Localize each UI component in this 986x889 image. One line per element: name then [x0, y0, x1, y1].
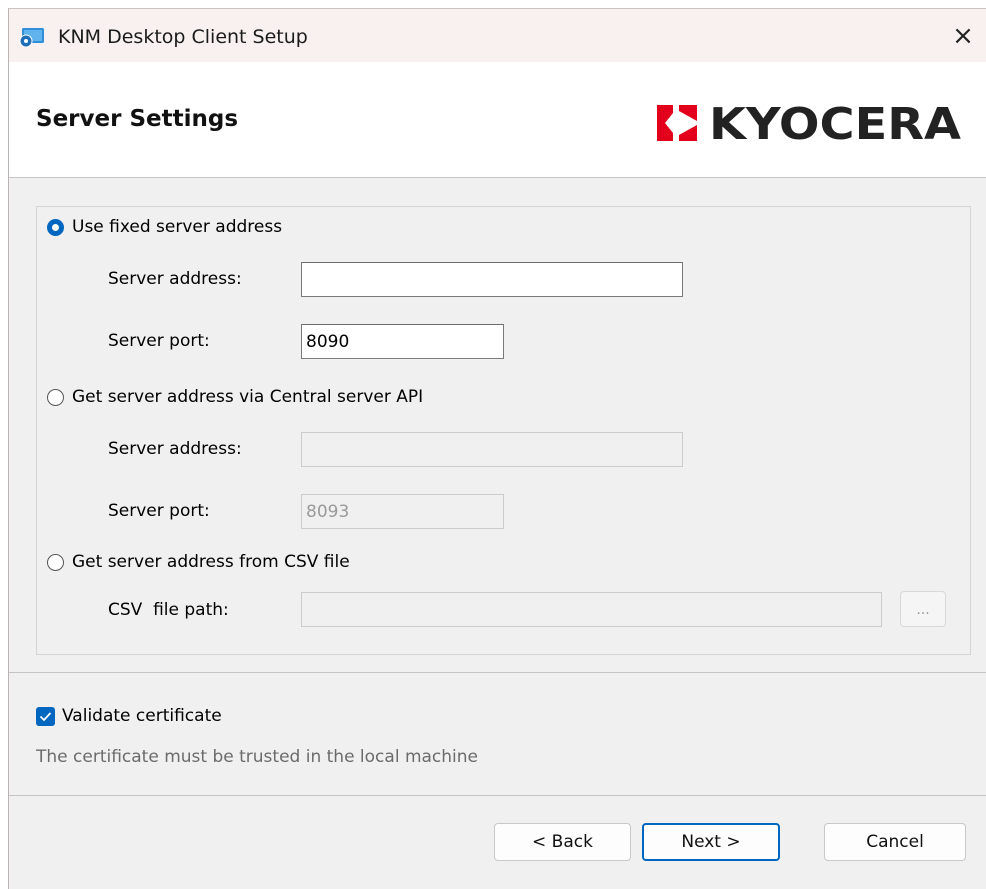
radio-csv-file[interactable]: Get server address from CSV file: [47, 552, 350, 572]
close-icon: ×: [952, 20, 974, 51]
separator: [9, 795, 986, 796]
radio-fixed-label: Use fixed server address: [72, 217, 283, 237]
csv-path-input[interactable]: [301, 592, 882, 627]
fixed-port-label: Server port:: [108, 331, 210, 351]
validate-certificate-label: Validate certificate: [62, 706, 222, 726]
radio-central-label: Get server address via Central server AP…: [72, 387, 424, 407]
fixed-port-input[interactable]: 8090: [301, 324, 504, 359]
installer-icon: [19, 28, 44, 47]
radio-central-api[interactable]: Get server address via Central server AP…: [47, 387, 423, 407]
fixed-address-input[interactable]: [301, 262, 683, 297]
setup-dialog: KNM Desktop Client Setup × Server Settin…: [8, 8, 986, 889]
radio-fixed-server[interactable]: Use fixed server address: [47, 217, 282, 237]
cancel-button[interactable]: Cancel: [824, 823, 966, 861]
radio-selected-icon: [47, 218, 64, 236]
browse-button[interactable]: ...: [900, 591, 946, 627]
separator: [9, 672, 986, 673]
fixed-address-label: Server address:: [108, 269, 242, 289]
brand-name: KYOCERA: [709, 103, 961, 143]
back-button[interactable]: < Back: [494, 823, 631, 861]
page-title: Server Settings: [36, 106, 239, 132]
radio-csv-label: Get server address from CSV file: [72, 552, 350, 572]
title-bar: KNM Desktop Client Setup ×: [9, 9, 986, 62]
header-banner: Server Settings KYOCERA: [9, 62, 986, 178]
central-port-label: Server port:: [108, 501, 210, 521]
kyocera-logo-icon: KYOCERA: [657, 103, 961, 143]
csv-path-label: CSV file path:: [108, 600, 229, 620]
window-title: KNM Desktop Client Setup: [58, 26, 308, 48]
checkmark-icon: [36, 706, 55, 726]
central-address-label: Server address:: [108, 439, 242, 459]
next-button[interactable]: Next >: [642, 823, 780, 861]
close-button[interactable]: ×: [940, 9, 986, 62]
central-address-input[interactable]: [301, 432, 683, 467]
central-port-input[interactable]: 8093: [301, 494, 504, 529]
validate-certificate-checkbox[interactable]: Validate certificate: [36, 706, 222, 726]
certificate-hint: The certificate must be trusted in the l…: [36, 747, 478, 767]
radio-unselected-icon: [47, 388, 64, 406]
radio-unselected-icon: [47, 553, 64, 571]
